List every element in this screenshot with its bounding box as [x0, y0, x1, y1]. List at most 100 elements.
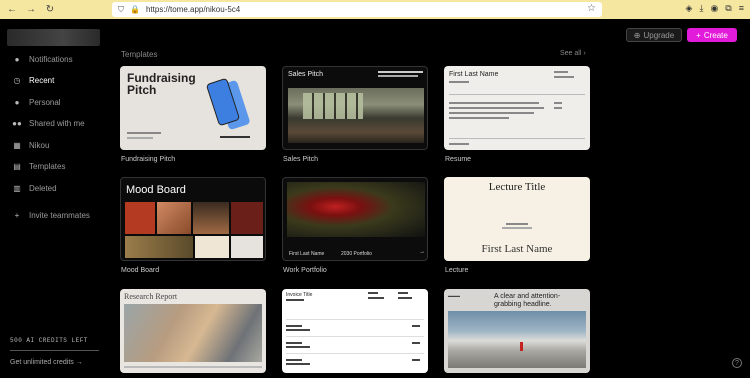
text-placeholder: [286, 325, 302, 327]
lock-icon: 🔒: [130, 5, 140, 14]
divider: [286, 336, 424, 337]
sidebar-item-label: Recent: [29, 75, 55, 85]
create-button[interactable]: + Create: [687, 28, 737, 42]
upgrade-button[interactable]: ⊕ Upgrade: [626, 28, 682, 42]
sidebar-item-label: Deleted: [29, 183, 57, 193]
browser-extensions: ◈ ⤓ ◉ ⧉ ≡: [686, 3, 744, 14]
sidebar-item-label: Invite teammates: [29, 210, 90, 220]
get-credits-link[interactable]: Get unlimited credits →: [10, 359, 83, 366]
sidebar-item-invite[interactable]: + Invite teammates: [0, 206, 110, 224]
reload-icon[interactable]: ↻: [43, 3, 57, 17]
divider: [286, 353, 424, 354]
sidebar-item-label: Personal: [29, 97, 61, 107]
card-caption: Sales Pitch: [283, 156, 319, 163]
text-placeholder: [449, 102, 539, 104]
card-title: Mood Board: [126, 184, 186, 196]
people-icon: ●●: [12, 118, 22, 128]
text-placeholder: [449, 81, 469, 83]
sidebar-item-personal[interactable]: ● Personal: [0, 93, 110, 111]
template-card-invoice[interactable]: Invoice Title: [282, 289, 428, 373]
sidebar-item-nikou[interactable]: ▦ Nikou: [0, 136, 110, 154]
template-card-lecture[interactable]: Lecture Title First Last Name: [444, 177, 590, 261]
help-icon[interactable]: ?: [732, 358, 742, 368]
text-placeholder: [378, 75, 418, 77]
text-placeholder: [449, 112, 534, 114]
main-content: ⊕ Upgrade + Create Templates See all › F…: [110, 19, 750, 378]
sidebar: ● Notifications ◷ Recent ● Personal ●● S…: [0, 19, 110, 378]
back-icon[interactable]: ←: [5, 3, 19, 17]
sidebar-item-label: Notifications: [29, 54, 73, 64]
extensions-icon[interactable]: ⧉: [725, 3, 731, 14]
bookmark-star-icon[interactable]: ☆: [587, 3, 596, 14]
bell-icon: ●: [14, 54, 20, 64]
text-placeholder: [124, 366, 262, 368]
workspace-switcher[interactable]: [7, 29, 100, 46]
ai-credits-counter: 500 AI CREDITS LEFT: [10, 337, 88, 344]
see-all-link[interactable]: See all ›: [560, 50, 586, 57]
sidebar-item-notifications[interactable]: ● Notifications: [0, 50, 110, 68]
mood-image: [125, 236, 193, 258]
templates-icon: ▤: [13, 161, 21, 171]
browser-toolbar: ← → ↻ ⛉ 🔒 https://tome.app/nikou-5c4 ☆ ◈…: [0, 0, 750, 19]
card-title: First Last Name: [289, 251, 325, 257]
text-placeholder: [286, 363, 310, 365]
template-card-work-portfolio[interactable]: First Last Name 2030 Portfolio →: [282, 177, 428, 261]
forward-icon[interactable]: →: [24, 3, 38, 17]
text-placeholder: [378, 71, 423, 73]
workspace-icon: ▦: [13, 140, 21, 150]
template-card-mood-board[interactable]: Mood Board: [120, 177, 266, 261]
logo-placeholder: ▬▬▬: [448, 293, 460, 298]
template-card-research-report[interactable]: Research Report: [120, 289, 266, 373]
pocket-icon[interactable]: ◈: [686, 3, 693, 14]
text-placeholder: [220, 136, 250, 138]
person-figure: [520, 342, 523, 351]
text-placeholder: [286, 346, 310, 348]
card-author-name: First Last Name: [481, 243, 553, 255]
section-title: Templates: [121, 50, 158, 59]
text-placeholder: [449, 143, 469, 145]
text-placeholder: [127, 132, 161, 134]
template-card-headline[interactable]: ▬▬▬ A clear and attention-grabbing headl…: [444, 289, 590, 373]
sidebar-item-label: Shared with me: [29, 118, 85, 128]
template-card-resume[interactable]: First Last Name: [444, 66, 590, 150]
card-title: Fundraising Pitch: [127, 71, 196, 97]
text-placeholder: [286, 359, 302, 361]
sidebar-item-deleted[interactable]: ▥ Deleted: [0, 179, 110, 197]
text-placeholder: [554, 102, 562, 104]
text-placeholder: [449, 117, 509, 119]
mood-image: [231, 236, 263, 258]
address-bar[interactable]: ⛉ 🔒 https://tome.app/nikou-5c4 ☆: [112, 2, 602, 17]
mood-image: [195, 236, 229, 258]
text-placeholder: [368, 297, 384, 299]
create-label: Create: [703, 30, 728, 40]
mood-image: [193, 202, 229, 234]
divider: [449, 94, 585, 95]
sidebar-item-label: Templates: [29, 161, 66, 171]
upgrade-icon: ⊕: [633, 30, 641, 40]
download-icon[interactable]: ⤓: [699, 3, 703, 14]
mood-image: [157, 202, 191, 234]
text-placeholder: [554, 71, 568, 73]
text-placeholder: [412, 359, 420, 361]
text-placeholder: [368, 292, 378, 294]
mood-image: [125, 202, 155, 234]
menu-icon[interactable]: ≡: [739, 3, 744, 14]
window-image: [303, 93, 363, 119]
mood-image: [231, 202, 263, 234]
template-card-fundraising[interactable]: Fundraising Pitch: [120, 66, 266, 150]
url-text: https://tome.app/nikou-5c4: [145, 5, 241, 14]
sidebar-item-templates[interactable]: ▤ Templates: [0, 157, 110, 175]
sidebar-item-shared[interactable]: ●● Shared with me: [0, 114, 110, 132]
text-placeholder: [286, 342, 302, 344]
sidebar-item-recent[interactable]: ◷ Recent: [0, 71, 110, 89]
card-title: Research Report: [124, 292, 178, 301]
template-card-sales-pitch[interactable]: Sales Pitch: [282, 66, 428, 150]
card-title: A clear and attention-grabbing headline.: [494, 293, 561, 308]
text-placeholder: [127, 137, 153, 139]
card-title: Sales Pitch: [288, 71, 324, 78]
divider: [449, 138, 585, 139]
card-caption: Resume: [445, 156, 472, 163]
account-icon[interactable]: ◉: [710, 3, 718, 14]
card-caption: Work Portfolio: [283, 267, 327, 274]
divider: [286, 319, 424, 320]
